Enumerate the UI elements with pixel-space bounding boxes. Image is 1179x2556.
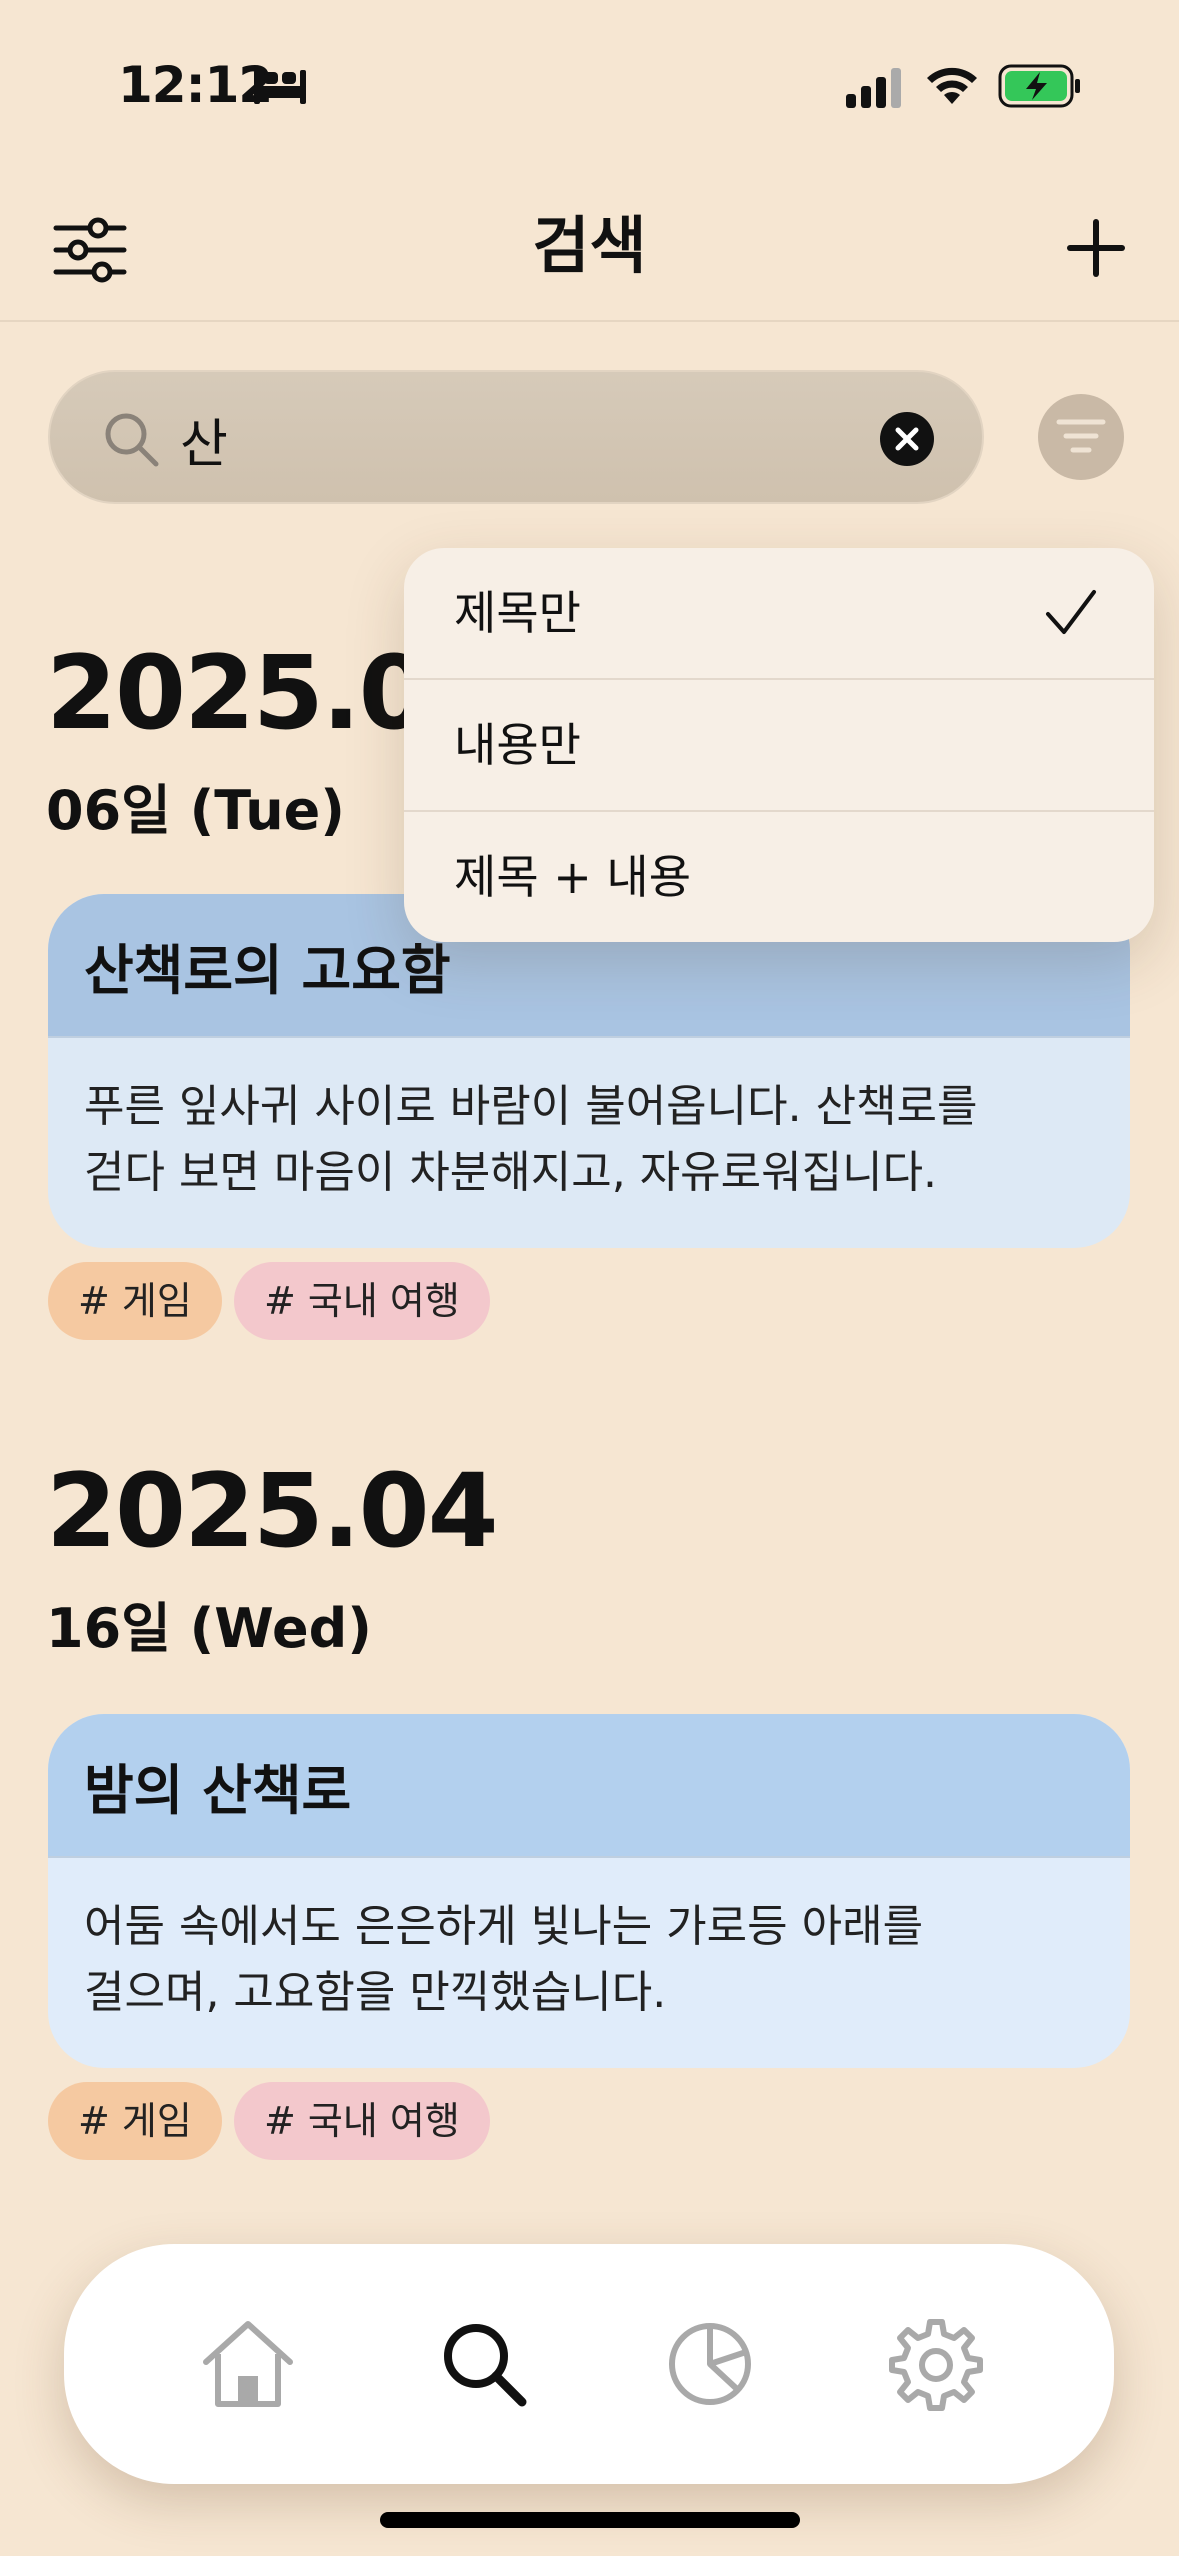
home-indicator [380, 2512, 800, 2528]
search-scope-menu: 제목만 내용만 제목 + 내용 [404, 548, 1154, 942]
tag[interactable]: # 국내 여행 [234, 1262, 490, 1340]
tag[interactable]: # 국내 여행 [234, 2082, 490, 2160]
battery-charging-icon [998, 64, 1080, 108]
search-bar[interactable] [48, 370, 984, 504]
entry-card[interactable]: 산책로의 고요함 푸른 잎사귀 사이로 바람이 불어옵니다. 산책로를 걷다 보… [48, 894, 1130, 1248]
sort-lines-icon [1056, 419, 1106, 453]
menu-item-label: 제목만 [454, 586, 581, 640]
search-input[interactable] [180, 402, 780, 476]
checkmark-icon [1046, 590, 1096, 634]
tag[interactable]: # 게임 [48, 1262, 222, 1340]
page-title: 검색 [532, 209, 647, 282]
tab-bar [64, 2244, 1114, 2484]
tag[interactable]: # 게임 [48, 2082, 222, 2160]
entry-body: 어둠 속에서도 은은하게 빛나는 가로등 아래를 걸으며, 고요함을 만끽했습니… [48, 1858, 1130, 2068]
entry-title: 밤의 산책로 [48, 1714, 1130, 1858]
day-heading: 16일 (Wed) [46, 1597, 372, 1660]
entry-body: 푸른 잎사귀 사이로 바람이 불어옵니다. 산책로를 걷다 보면 마음이 차분해… [48, 1038, 1130, 1248]
chart-icon[interactable] [660, 2314, 760, 2414]
signal-icon [846, 68, 901, 108]
day-heading: 06일 (Tue) [46, 779, 345, 842]
entry-body-line: 걷다 보면 마음이 차분해지고, 자유로워집니다. [84, 1147, 938, 1198]
search-icon[interactable] [434, 2314, 534, 2414]
add-icon[interactable] [1064, 216, 1128, 280]
menu-item-content-only[interactable]: 내용만 [404, 680, 1154, 810]
entry-body-line: 어둠 속에서도 은은하게 빛나는 가로등 아래를 [84, 1901, 924, 1952]
settings-icon[interactable] [886, 2314, 986, 2414]
menu-item-label: 제목 + 내용 [454, 850, 692, 904]
menu-item-title-only[interactable]: 제목만 [404, 548, 1154, 678]
home-icon[interactable] [198, 2314, 298, 2414]
entry-body-line: 걸으며, 고요함을 만끽했습니다. [84, 1967, 667, 2018]
bed-icon [254, 70, 306, 104]
month-heading: 2025.04 [46, 1452, 499, 1571]
clear-icon[interactable] [880, 412, 934, 466]
entry-body-line: 푸른 잎사귀 사이로 바람이 불어옵니다. 산책로를 [84, 1081, 978, 1132]
status-time: 12:12 [118, 56, 273, 114]
nav-bar: 검색 [0, 180, 1179, 322]
entry-card[interactable]: 밤의 산책로 어둠 속에서도 은은하게 빛나는 가로등 아래를 걸으며, 고요함… [48, 1714, 1130, 2068]
search-icon [105, 413, 159, 467]
sort-filter-button[interactable] [1038, 394, 1124, 480]
menu-item-label: 내용만 [454, 718, 581, 772]
menu-item-title-and-content[interactable]: 제목 + 내용 [404, 812, 1154, 942]
status-bar: 12:12 [0, 0, 1179, 180]
wifi-icon [927, 67, 977, 104]
